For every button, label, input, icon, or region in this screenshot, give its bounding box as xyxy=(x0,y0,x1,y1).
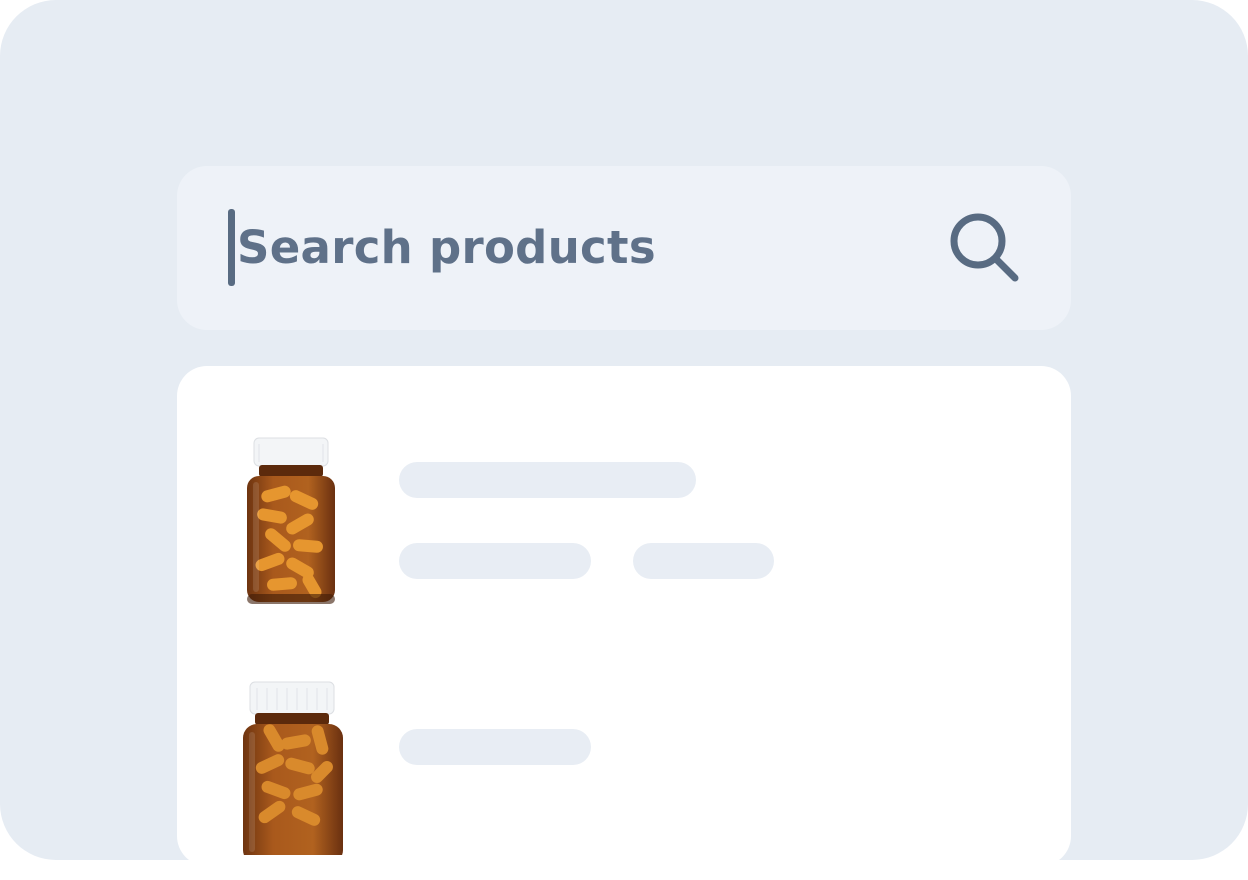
app-frame: Search products xyxy=(0,0,1248,866)
results-list xyxy=(177,366,1071,866)
list-item[interactable] xyxy=(177,436,1071,636)
search-icon[interactable] xyxy=(947,210,1023,286)
title-placeholder xyxy=(399,729,591,765)
text-cursor xyxy=(228,209,235,286)
search-bar[interactable]: Search products xyxy=(177,166,1071,330)
pill-bottle-icon xyxy=(243,681,343,855)
pill-bottle-icon xyxy=(247,437,335,604)
price-placeholder xyxy=(633,543,774,579)
list-item[interactable] xyxy=(177,680,1071,880)
search-input[interactable]: Search products xyxy=(237,216,656,280)
title-placeholder xyxy=(399,462,696,498)
detail-placeholder xyxy=(399,543,591,579)
